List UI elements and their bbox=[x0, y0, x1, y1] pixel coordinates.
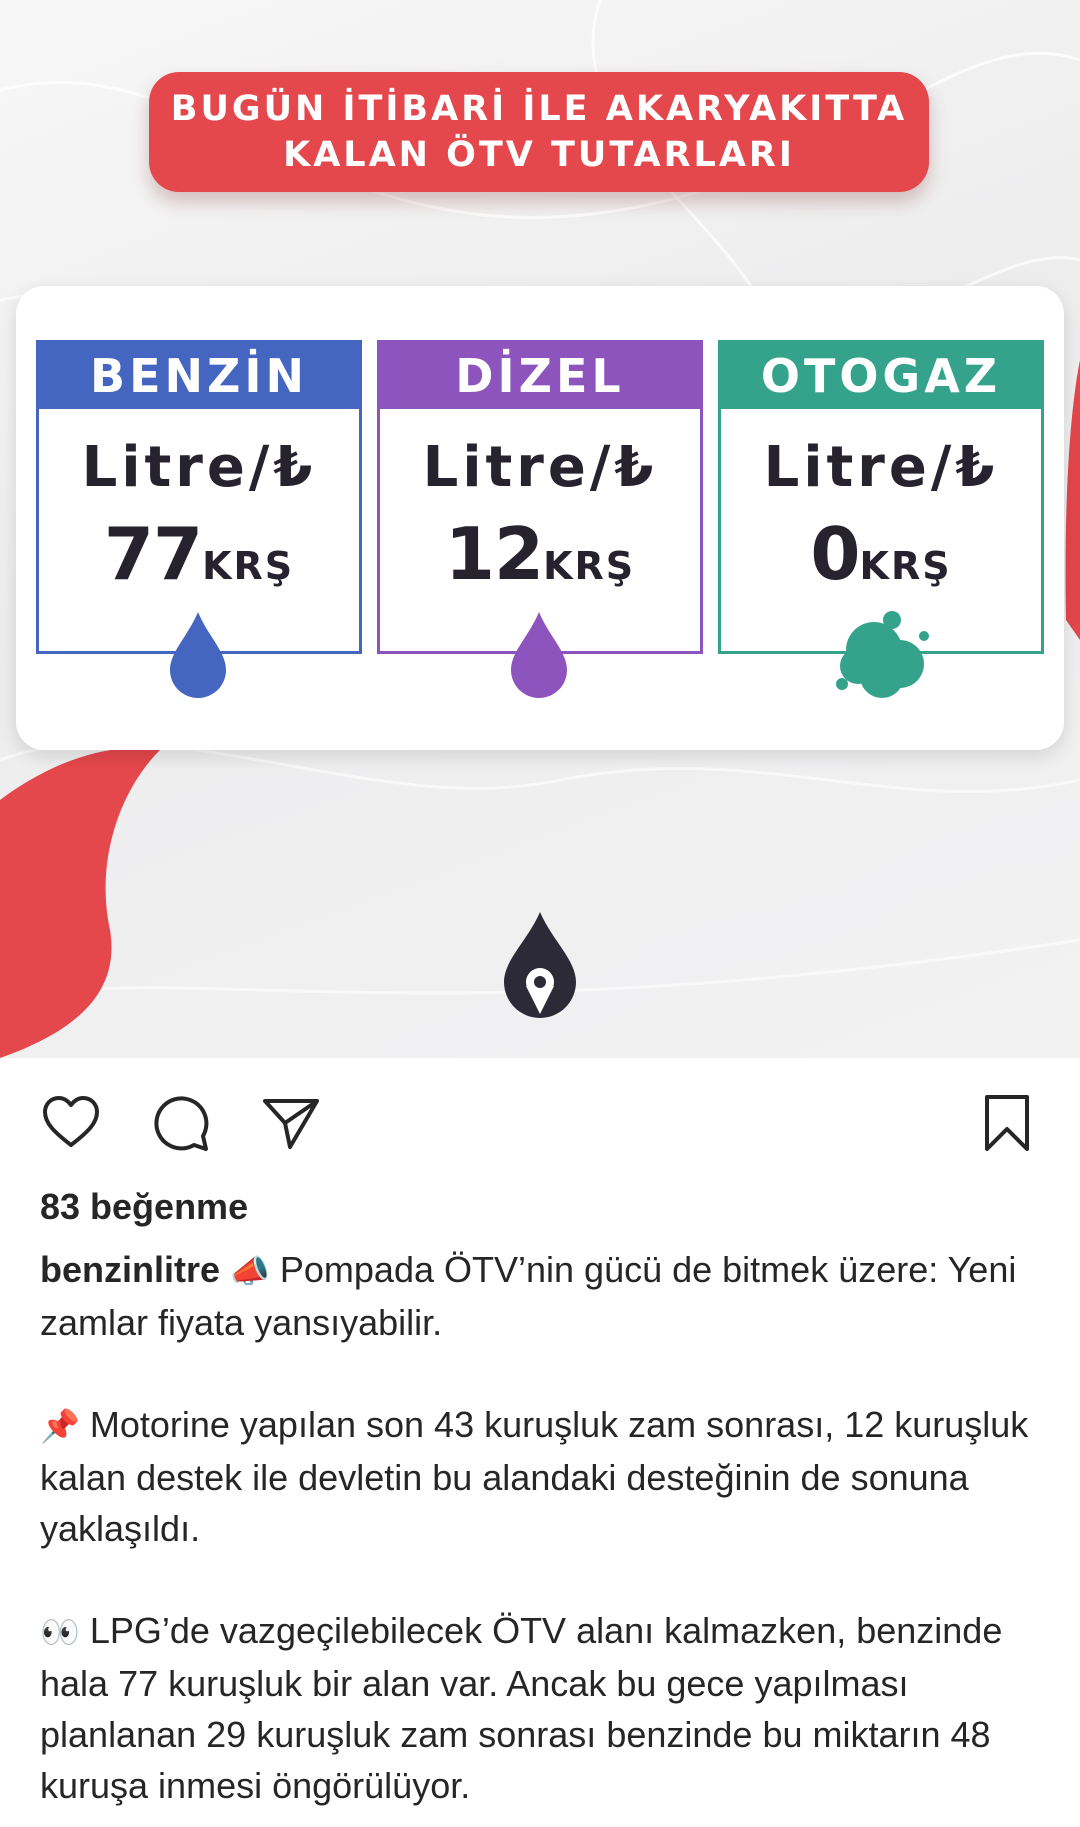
card-dizel-value: 12KRŞ bbox=[380, 512, 700, 596]
card-otogaz-suffix: KRŞ bbox=[859, 544, 952, 588]
card-benzin-amount: 77 bbox=[103, 512, 203, 596]
card-benzin-unit: Litre/₺ bbox=[81, 435, 317, 500]
otogaz-cloud-icon bbox=[836, 611, 929, 698]
likes-count[interactable]: 83 beğenme bbox=[40, 1186, 248, 1228]
card-dizel-suffix: KRŞ bbox=[543, 544, 636, 588]
send-icon[interactable] bbox=[260, 1092, 322, 1154]
caption-paragraph-3: 👀 LPG’de vazgeçilebilecek ÖTV alanı kalm… bbox=[40, 1605, 1050, 1811]
card-otogaz-unit: Litre/₺ bbox=[763, 435, 999, 500]
card-dizel-amount: 12 bbox=[444, 512, 544, 596]
card-otogaz-amount: 0 bbox=[810, 512, 860, 596]
pushpin-icon: 📌 bbox=[40, 1407, 80, 1445]
card-dizel-title: DİZEL bbox=[380, 343, 700, 409]
heart-icon[interactable] bbox=[40, 1092, 102, 1154]
post-image[interactable]: BUGÜN İTİBARİ İLE AKARYAKITTA KALAN ÖTV … bbox=[0, 0, 1080, 1058]
card-benzin-suffix: KRŞ bbox=[202, 544, 295, 588]
headline-banner: BUGÜN İTİBARİ İLE AKARYAKITTA KALAN ÖTV … bbox=[149, 72, 929, 192]
headline-line-1: BUGÜN İTİBARİ İLE AKARYAKITTA bbox=[170, 89, 908, 129]
card-otogaz-value: 0KRŞ bbox=[721, 512, 1041, 596]
eyes-icon: 👀 bbox=[40, 1613, 80, 1651]
caption-username[interactable]: benzinlitre bbox=[40, 1249, 220, 1290]
comment-icon[interactable] bbox=[150, 1092, 212, 1154]
megaphone-icon: 📣 bbox=[230, 1252, 270, 1290]
post-caption: benzinlitre 📣 Pompada ÖTV’nin gücü de bi… bbox=[40, 1244, 1050, 1827]
dizel-drop-icon bbox=[511, 612, 567, 698]
benzin-drop-icon bbox=[170, 612, 226, 698]
caption-text-3: LPG’de vazgeçilebilecek ÖTV alanı kalmaz… bbox=[40, 1610, 1003, 1806]
bookmark-icon[interactable] bbox=[976, 1092, 1038, 1154]
caption-paragraph-1: benzinlitre 📣 Pompada ÖTV’nin gücü de bi… bbox=[40, 1244, 1050, 1348]
caption-text-2: Motorine yapılan son 43 kuruşluk zam son… bbox=[40, 1404, 1029, 1549]
headline-line-2: KALAN ÖTV TUTARLARI bbox=[283, 135, 795, 175]
brand-logo-icon bbox=[504, 912, 576, 1018]
card-benzin-value: 77KRŞ bbox=[39, 512, 359, 596]
card-dizel-unit: Litre/₺ bbox=[422, 435, 658, 500]
card-benzin-title: BENZİN bbox=[39, 343, 359, 409]
card-otogaz-title: OTOGAZ bbox=[721, 343, 1041, 409]
card-benzin: BENZİN Litre/₺ 77KRŞ bbox=[36, 340, 362, 654]
card-dizel: DİZEL Litre/₺ 12KRŞ bbox=[377, 340, 703, 654]
caption-paragraph-2: 📌 Motorine yapılan son 43 kuruşluk zam s… bbox=[40, 1399, 1050, 1554]
